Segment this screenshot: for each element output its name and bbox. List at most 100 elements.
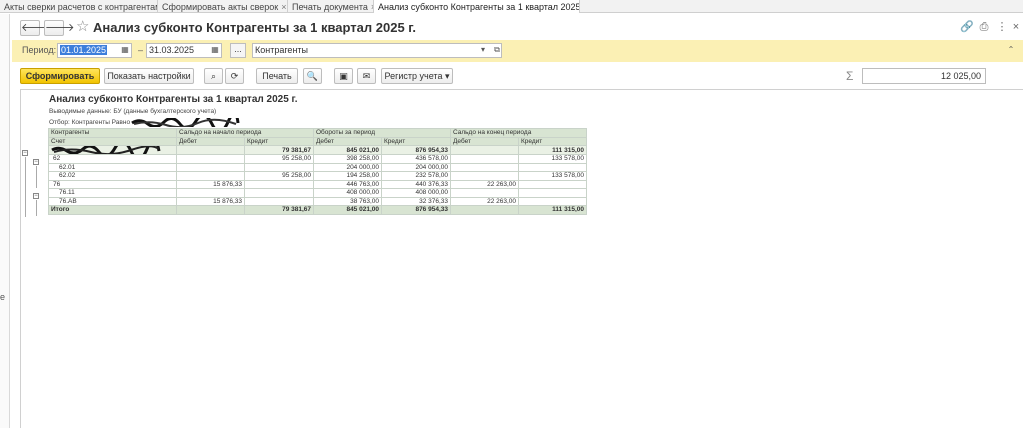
group-collapse-icon[interactable]: −: [33, 193, 39, 199]
period-dash: –: [138, 45, 144, 55]
link-icon[interactable]: 🔗: [960, 21, 974, 33]
tree-line: [36, 200, 37, 216]
report-output-data: Выводимые данные: БУ (данные бухгалтерск…: [49, 108, 217, 115]
cell-opening-debit: [176, 171, 245, 181]
table-row[interactable]: 76.АВ 15 876,33 38 763,00 32 376,33 22 2…: [48, 196, 587, 206]
cell-opening-credit: [244, 179, 314, 189]
redaction-scribble: [51, 146, 161, 154]
cell-turnover-credit: 876 954,33: [381, 145, 451, 155]
cell-turnover-debit: 204 000,00: [313, 162, 382, 172]
header-debit: Дебет: [313, 136, 382, 146]
cell-turnover-debit: 408 000,00: [313, 188, 382, 198]
email-button[interactable]: ✉: [357, 68, 376, 84]
redaction-scribble: [131, 118, 240, 127]
save-button[interactable]: ▣: [334, 68, 353, 84]
sum-field[interactable]: 12 025,00: [862, 68, 986, 84]
cell-turnover-debit: 38 763,00: [313, 196, 382, 206]
group-collapse-icon[interactable]: −: [33, 159, 39, 165]
table-row[interactable]: 62.01 204 000,00 204 000,00: [48, 162, 587, 172]
close-icon[interactable]: ×: [1010, 21, 1022, 33]
cell-opening-debit: [176, 188, 245, 198]
table-row[interactable]: 79 381,67 845 021,00 876 954,33 111 315,…: [48, 145, 587, 155]
cell-turnover-credit: 204 000,00: [381, 162, 451, 172]
cell-closing-debit: [450, 188, 519, 198]
row-label: 62.02: [48, 171, 177, 181]
row-label: 76: [48, 179, 177, 189]
search-button[interactable]: ⌕: [204, 68, 223, 84]
tab-reconciliation-acts[interactable]: Акты сверки расчетов с контрагентами×: [0, 0, 158, 13]
cell-opening-credit: [244, 162, 314, 172]
total-row[interactable]: Итого 79 381,67 845 021,00 876 954,33 11…: [48, 205, 587, 215]
cell-turnover-debit: 194 258,00: [313, 171, 382, 181]
more-icon[interactable]: ⋮: [996, 21, 1008, 33]
table-row[interactable]: 76.11 408 000,00 408 000,00: [48, 188, 587, 198]
cell-closing-credit: 111 315,00: [518, 145, 587, 155]
cell-turnover-credit: 408 000,00: [381, 188, 451, 198]
refresh-button[interactable]: ⟳: [225, 68, 244, 84]
refresh-icon: ⟳: [230, 71, 239, 81]
calendar-icon[interactable]: ▦: [118, 43, 132, 58]
report-filter-text: Отбор: Контрагенты Равно: [49, 119, 131, 127]
tab-generate-acts[interactable]: Сформировать акты сверок ×: [158, 0, 288, 13]
preview-icon: 🔍: [306, 71, 319, 81]
open-icon[interactable]: ⧉: [490, 43, 504, 58]
email-icon: ✉: [362, 71, 371, 81]
tab-subconto-analysis[interactable]: Анализ субконто Контрагенты за 1 квартал…: [374, 0, 580, 13]
report-area[interactable]: Анализ субконто Контрагенты за 1 квартал…: [20, 89, 1023, 428]
header-closing-balance: Сальдо на конец периода: [450, 128, 587, 138]
period-select-button[interactable]: ...: [230, 43, 246, 58]
search-icon: ⌕: [210, 71, 217, 81]
back-button[interactable]: 🡐: [20, 20, 51, 36]
table-row[interactable]: 62 95 258,00 398 258,00 436 578,00 133 5…: [48, 154, 587, 164]
subconto-value: Контрагенты: [255, 45, 309, 55]
show-settings-button[interactable]: Показать настройки: [104, 68, 194, 84]
cell-closing-credit: [518, 162, 587, 172]
subconto-field[interactable]: Контрагенты: [252, 43, 502, 58]
cell-turnover-credit: 876 954,33: [381, 205, 451, 215]
close-icon[interactable]: ×: [281, 1, 286, 13]
calendar-icon[interactable]: ▦: [208, 43, 222, 58]
cell-opening-credit: 95 258,00: [244, 171, 314, 181]
header-turnover: Обороты за период: [313, 128, 451, 138]
preview-button[interactable]: 🔍: [303, 68, 322, 84]
cell-opening-credit: 79 381,67: [244, 205, 314, 215]
cell-closing-debit: 22 263,00: [450, 179, 519, 189]
chevron-down-icon: ▾: [444, 71, 450, 81]
generate-button[interactable]: Сформировать: [20, 68, 100, 84]
table-row[interactable]: 62.02 95 258,00 194 258,00 232 578,00 13…: [48, 171, 587, 181]
collapse-icon[interactable]: ⌃: [1004, 43, 1018, 58]
tab-print-document[interactable]: Печать документа×: [288, 0, 374, 13]
cell-closing-debit: 22 263,00: [450, 196, 519, 206]
star-icon[interactable]: ☆: [76, 18, 89, 36]
cell-turnover-credit: 436 578,00: [381, 154, 451, 164]
cell-opening-credit: 79 381,67: [244, 145, 314, 155]
print-button[interactable]: Печать: [256, 68, 298, 84]
row-label: 76.11: [48, 188, 177, 198]
cell-closing-debit: [450, 145, 519, 155]
cell-opening-debit: [176, 154, 245, 164]
header-credit: Кредит: [244, 136, 314, 146]
dropdown-icon[interactable]: ▾: [476, 43, 490, 58]
left-panel-strip: е: [0, 14, 10, 428]
row-label: 62: [48, 154, 177, 164]
cell-turnover-debit: 845 021,00: [313, 205, 382, 215]
register-button[interactable]: Регистр учета ▾: [381, 68, 453, 84]
printer-icon[interactable]: ⎙: [978, 21, 990, 33]
cell-turnover-credit: 440 376,33: [381, 179, 451, 189]
cell-turnover-debit: 845 021,00: [313, 145, 382, 155]
cell-closing-credit: [518, 179, 587, 189]
forward-button[interactable]: 🡒: [44, 20, 75, 36]
cell-closing-credit: 111 315,00: [518, 205, 587, 215]
cell-closing-debit: [450, 162, 519, 172]
period-bar: Период: 01.01.2025 ▦ – 31.03.2025 ▦ ... …: [12, 40, 1023, 62]
header-credit: Кредит: [381, 136, 451, 146]
group-collapse-icon[interactable]: −: [22, 150, 28, 156]
table-row[interactable]: 76 15 876,33 446 763,00 440 376,33 22 26…: [48, 179, 587, 189]
header-opening-balance: Сальдо на начало периода: [176, 128, 314, 138]
save-icon: ▣: [339, 71, 348, 81]
date-to-value: 31.03.2025: [149, 45, 195, 55]
report-title: Анализ субконто Контрагенты за 1 квартал…: [49, 94, 298, 105]
cell-opening-credit: [244, 188, 314, 198]
header-counterparties: Контрагенты: [48, 128, 177, 138]
header-credit: Кредит: [518, 136, 587, 146]
